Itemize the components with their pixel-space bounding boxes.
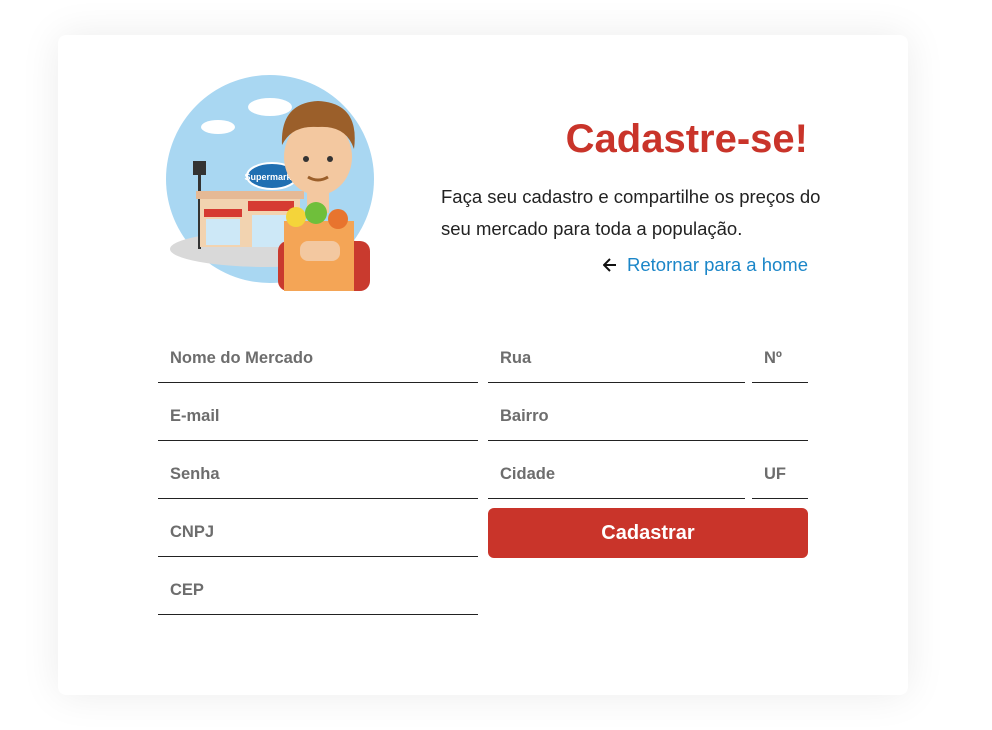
page-title: Cadastre-se! <box>565 117 808 161</box>
back-to-home-label: Retornar para a home <box>627 254 808 275</box>
cnpj-input[interactable] <box>158 509 478 557</box>
email-input[interactable] <box>158 393 478 441</box>
market-name-input[interactable] <box>158 335 478 383</box>
street-input[interactable] <box>488 335 745 383</box>
back-to-home-link[interactable]: Retornar para a home <box>603 254 808 276</box>
number-input[interactable] <box>752 335 808 383</box>
neighborhood-input[interactable] <box>488 393 808 441</box>
password-input[interactable] <box>158 451 478 499</box>
submit-button[interactable]: Cadastrar <box>488 508 808 558</box>
supermarket-illustration: Supermarket <box>166 75 374 291</box>
state-input[interactable] <box>752 451 808 499</box>
cep-input[interactable] <box>158 567 478 615</box>
city-input[interactable] <box>488 451 745 499</box>
arrow-left-icon <box>603 258 617 272</box>
signup-card: Supermarket Cadastre-se! Faça seu cadast… <box>58 35 908 695</box>
page-description: Faça seu cadastro e compartilhe os preço… <box>441 186 821 239</box>
